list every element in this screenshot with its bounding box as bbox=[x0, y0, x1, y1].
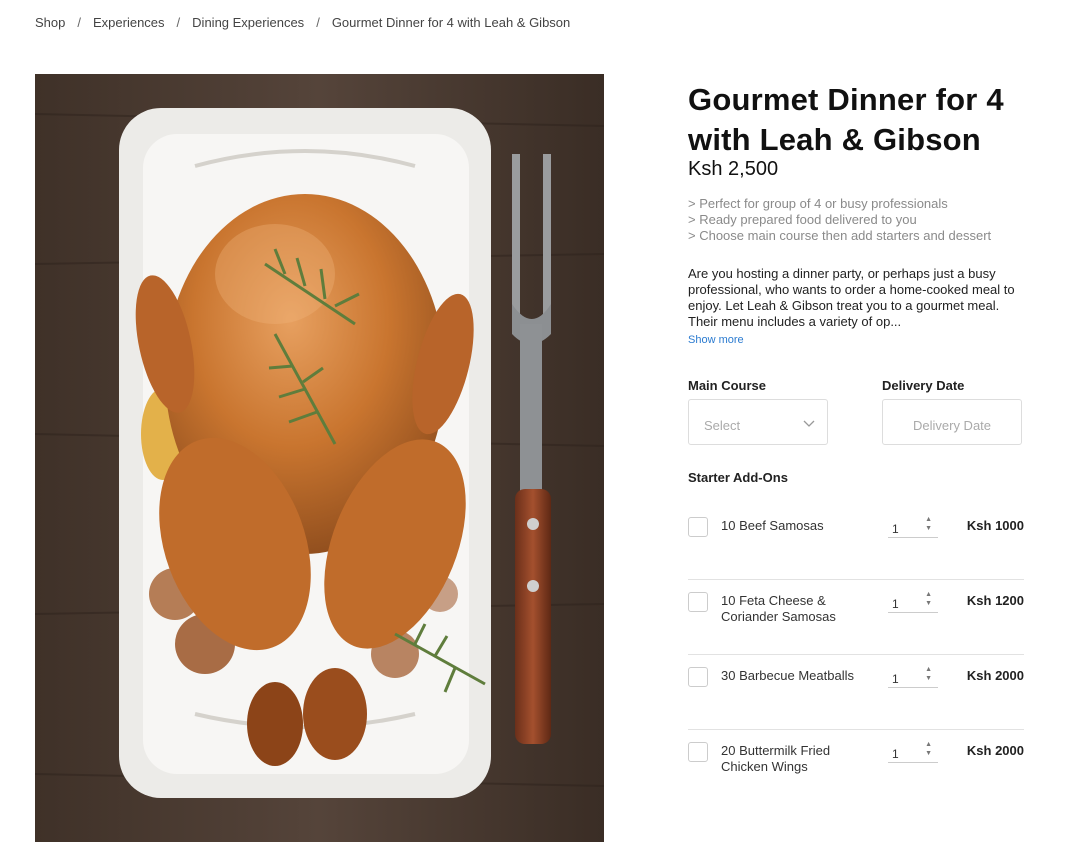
delivery-date-field: Delivery Date Delivery Date bbox=[882, 378, 1022, 445]
product-highlights: > Perfect for group of 4 or busy profess… bbox=[688, 196, 1024, 244]
quantity-value: 1 bbox=[892, 672, 899, 686]
quantity-stepper[interactable]: 1 ▲ ▼ bbox=[888, 665, 938, 688]
product-title: Gourmet Dinner for 4 with Leah & Gibson bbox=[688, 82, 1004, 157]
addon-price: Ksh 1200 bbox=[966, 593, 1024, 608]
breadcrumb-dining-experiences[interactable]: Dining Experiences bbox=[192, 15, 304, 30]
main-course-label: Main Course bbox=[688, 378, 767, 393]
addon-name: 10 Beef Samosas bbox=[721, 518, 824, 533]
spinner-down-icon[interactable]: ▼ bbox=[925, 600, 932, 607]
spinner-down-icon[interactable]: ▼ bbox=[925, 750, 932, 757]
main-course-field: Main Course Select bbox=[688, 378, 828, 445]
highlight-item: > Ready prepared food delivered to you bbox=[688, 212, 917, 227]
spinner-up-icon[interactable]: ▲ bbox=[925, 666, 932, 673]
addon-row: 10 Feta Cheese & Coriander Samosas 1 ▲ ▼ … bbox=[688, 580, 1024, 655]
delivery-date-input[interactable]: Delivery Date bbox=[882, 399, 1022, 445]
product-price: Ksh 2,500 bbox=[688, 158, 779, 180]
highlight-item: > Perfect for group of 4 or busy profess… bbox=[688, 196, 948, 211]
addon-row: 30 Barbecue Meatballs 1 ▲ ▼ Ksh 2000 bbox=[688, 655, 1024, 730]
addon-checkbox[interactable] bbox=[688, 667, 708, 687]
addon-price: Ksh 2000 bbox=[966, 668, 1024, 683]
spinner-icon[interactable]: ▲ ▼ bbox=[925, 740, 932, 758]
quantity-stepper[interactable]: 1 ▲ ▼ bbox=[888, 740, 938, 763]
breadcrumb-shop[interactable]: Shop bbox=[35, 15, 65, 30]
addon-price: Ksh 2000 bbox=[966, 743, 1024, 758]
breadcrumb-separator: / bbox=[316, 15, 320, 30]
delivery-date-label: Delivery Date bbox=[882, 378, 965, 393]
addon-checkbox[interactable] bbox=[688, 742, 708, 762]
quantity-stepper[interactable]: 1 ▲ ▼ bbox=[888, 515, 938, 538]
main-course-select[interactable]: Select bbox=[688, 399, 828, 445]
product-details: Gourmet Dinner for 4 with Leah & Gibson … bbox=[688, 80, 1024, 805]
main-course-placeholder: Select bbox=[704, 418, 741, 433]
addon-row: 20 Buttermilk Fried Chicken Wings 1 ▲ ▼ K… bbox=[688, 730, 1024, 805]
spinner-icon[interactable]: ▲ ▼ bbox=[925, 515, 932, 533]
show-more-link[interactable]: Show more bbox=[688, 334, 744, 346]
addon-price: Ksh 1000 bbox=[966, 518, 1024, 533]
addon-checkbox[interactable] bbox=[688, 517, 708, 537]
spinner-up-icon[interactable]: ▲ bbox=[925, 741, 932, 748]
addon-row: 10 Beef Samosas 1 ▲ ▼ Ksh 1000 bbox=[688, 505, 1024, 580]
addon-checkbox[interactable] bbox=[688, 592, 708, 612]
spinner-down-icon[interactable]: ▼ bbox=[925, 675, 932, 682]
addon-name: 10 Feta Cheese & Coriander Samosas bbox=[721, 593, 836, 624]
spinner-up-icon[interactable]: ▲ bbox=[925, 516, 932, 523]
addon-name: 30 Barbecue Meatballs bbox=[721, 668, 854, 683]
spinner-icon[interactable]: ▲ ▼ bbox=[925, 590, 932, 608]
highlight-item: > Choose main course then add starters a… bbox=[688, 228, 992, 243]
spinner-icon[interactable]: ▲ ▼ bbox=[925, 665, 932, 683]
order-fields: Main Course Select Delivery Date Deliver… bbox=[688, 378, 1024, 445]
product-image bbox=[35, 74, 604, 842]
breadcrumb-separator: / bbox=[176, 15, 181, 30]
quantity-stepper[interactable]: 1 ▲ ▼ bbox=[888, 590, 938, 613]
quantity-value: 1 bbox=[892, 522, 899, 536]
chevron-down-icon bbox=[803, 416, 815, 431]
breadcrumb: Shop / Experiences / Dining Experiences … bbox=[35, 15, 570, 30]
breadcrumb-current: Gourmet Dinner for 4 with Leah & Gibson bbox=[331, 15, 571, 30]
spinner-up-icon[interactable]: ▲ bbox=[925, 591, 932, 598]
quantity-value: 1 bbox=[892, 747, 899, 761]
breadcrumb-experiences[interactable]: Experiences bbox=[93, 15, 165, 30]
starter-addons-title: Starter Add-Ons bbox=[688, 470, 788, 485]
addon-list: 10 Beef Samosas 1 ▲ ▼ Ksh 1000 10 Feta Ch… bbox=[688, 505, 1024, 805]
breadcrumb-separator: / bbox=[77, 15, 81, 30]
addon-name: 20 Buttermilk Fried Chicken Wings bbox=[721, 743, 831, 774]
quantity-value: 1 bbox=[892, 597, 899, 611]
product-description: Are you hosting a dinner party, or perha… bbox=[688, 266, 1015, 329]
spinner-down-icon[interactable]: ▼ bbox=[925, 525, 932, 532]
